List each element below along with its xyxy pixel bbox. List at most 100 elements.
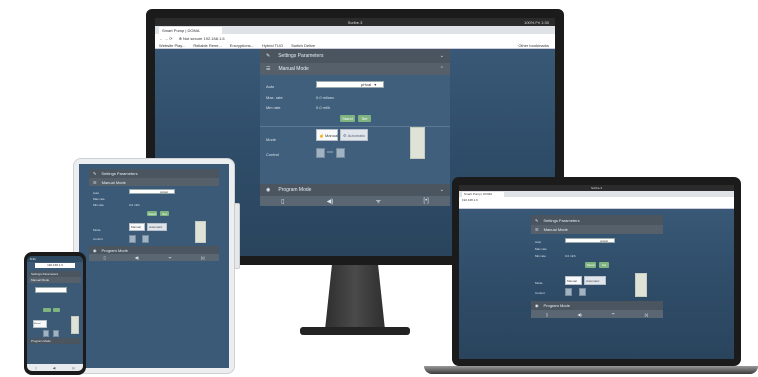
terminal-icon[interactable]: [•]	[201, 255, 205, 260]
max-rate-value: 0.0 ml/sec	[316, 95, 335, 100]
browser-tab-strip: Smart Pump | DOMA	[155, 26, 555, 34]
tank-indicator	[71, 316, 79, 334]
mode-manual-card[interactable]: Manual	[33, 320, 47, 328]
mode-manual-label: Manual	[34, 323, 41, 325]
status-time: 9:41	[30, 257, 36, 261]
volume-icon[interactable]: ◀)	[327, 198, 334, 205]
settings-header[interactable]: ✎ Settings Parameters	[531, 215, 663, 225]
control-up-button[interactable]	[336, 148, 345, 158]
min-rate-label: Min rate	[266, 105, 281, 110]
stand-button[interactable]: Stand	[340, 115, 355, 122]
nav-icons[interactable]: ← → ⟳	[159, 36, 173, 41]
mode-automatic-card[interactable]: Automatic	[147, 223, 167, 231]
control-down-button[interactable]	[43, 330, 49, 337]
manual-header[interactable]: ☰ Manual Mode ⌃	[260, 63, 450, 75]
manual-header[interactable]: ☰ Manual Mode	[531, 225, 663, 234]
set-button[interactable]	[53, 308, 60, 312]
mode-manual-label: Manual	[567, 278, 577, 283]
auto-label: Auto	[535, 240, 542, 244]
phone-icon[interactable]: ▯	[546, 312, 548, 317]
auto-select[interactable]: pHcal	[565, 238, 615, 243]
program-header[interactable]: ◉ Program Mode	[531, 301, 663, 310]
chevron-down-icon[interactable]: ⌄	[440, 53, 444, 59]
mode-automatic-label: Automatic	[586, 278, 600, 283]
program-header[interactable]: ◉ Program Mode ⌄	[260, 184, 450, 196]
settings-title: Settings Parameters	[31, 272, 59, 276]
control-down-button[interactable]	[565, 288, 572, 296]
settings-title: Settings Parameters	[543, 217, 580, 223]
bookmark-item[interactable]: Reliable Rene...	[193, 43, 221, 48]
stand-button[interactable]: Stand	[147, 211, 157, 216]
os-title: Scribe.3	[590, 186, 602, 190]
wrench-icon: ✎	[535, 217, 539, 223]
manual-header[interactable]: Manual Mode	[29, 277, 81, 283]
auto-select[interactable]: pHcal	[129, 189, 175, 194]
mode-manual-card[interactable]: Manual	[565, 276, 582, 285]
mode-automatic-label: Automatic	[347, 132, 366, 138]
phone-icon[interactable]: ▯	[35, 366, 37, 370]
mode-label: Mode	[535, 281, 543, 285]
phone-urlbar[interactable]: 192.168.1.6	[35, 263, 75, 268]
settings-title: Settings Parameters	[278, 53, 324, 59]
wrench-icon: ✎	[93, 171, 97, 176]
volume-icon[interactable]: ◀)	[53, 366, 56, 370]
mode-manual-label: Manual	[324, 132, 339, 138]
set-button[interactable]: Set	[358, 115, 371, 122]
bookmark-item[interactable]: Hybrid TUO	[262, 43, 283, 48]
program-header[interactable]: Program Mode	[29, 338, 81, 344]
settings-header[interactable]: ✎ Settings Parameters ⌄	[260, 49, 450, 63]
min-rate-value: 0.0 ml/h	[316, 105, 331, 110]
signal-icon[interactable]: ᯤ	[611, 311, 615, 317]
url-text: ⊕ Not secure 192.168.1.6	[178, 35, 225, 41]
manual-title: Manual Mode	[101, 179, 126, 185]
stand-label: Stand	[148, 211, 156, 216]
set-button[interactable]: Set	[160, 211, 169, 216]
bookmark-other[interactable]: Other bookmarks	[518, 43, 549, 48]
terminal-icon[interactable]: [•]	[423, 198, 428, 204]
signal-icon[interactable]: ᯤ	[376, 197, 381, 205]
control-down-button[interactable]	[129, 235, 136, 243]
set-button[interactable]: Set	[599, 262, 609, 268]
phone-icon[interactable]: ▯	[104, 255, 106, 260]
tank-indicator	[635, 273, 647, 297]
chevron-down-icon: ▾	[374, 82, 377, 87]
terminal-icon[interactable]: [•]	[645, 312, 649, 317]
bookmark-item[interactable]: Website Play...	[159, 43, 185, 48]
chevron-up-icon[interactable]: ⌃	[440, 66, 444, 72]
stand-button[interactable]: Stand	[585, 262, 596, 268]
mode-automatic-card[interactable]: ⚙ Automatic	[340, 129, 368, 141]
manual-title: Manual Mode	[278, 66, 309, 72]
set-label: Set	[601, 263, 607, 267]
auto-select[interactable]: pHcal ▾	[316, 81, 384, 88]
mode-manual-card[interactable]: Manual	[129, 223, 145, 231]
terminal-icon[interactable]: [•]	[72, 366, 75, 370]
mode-label: Mode	[93, 228, 101, 232]
bookmark-item[interactable]: Encryptions...	[230, 43, 254, 48]
laptop-base	[424, 366, 758, 374]
control-label: Control	[266, 152, 279, 157]
control-up-button[interactable]	[142, 235, 149, 243]
max-rate-label: Max rate	[93, 197, 105, 201]
url-bar[interactable]: ← → ⟳ ⊕ Not secure 192.168.1.6	[155, 34, 555, 42]
control-up-button[interactable]	[579, 288, 586, 296]
manual-header[interactable]: ☰ Manual Mode	[89, 178, 219, 186]
mode-automatic-card[interactable]: Automatic	[584, 276, 606, 285]
browser-tab[interactable]: Smart Pump | DOMA	[159, 27, 222, 34]
control-down-button[interactable]	[316, 148, 325, 158]
chevron-down-icon[interactable]: ⌄	[440, 187, 444, 193]
wrench-icon: ✎	[266, 53, 271, 59]
auto-label: Auto	[266, 84, 275, 89]
phone-icon[interactable]: ▯	[281, 198, 284, 205]
mode-manual-card[interactable]: ☝ Manual	[316, 129, 338, 141]
volume-icon[interactable]: ◀)	[577, 312, 581, 317]
program-header[interactable]: ◉ Program Mode	[89, 246, 219, 254]
bookmark-item[interactable]: Switch Delive	[291, 43, 315, 48]
bottom-nav: ▯ ◀) ᯤ [•]	[531, 310, 663, 318]
auto-select[interactable]	[35, 287, 67, 293]
stand-button[interactable]	[43, 308, 51, 312]
settings-header[interactable]: ✎ Settings Parameters	[89, 169, 219, 178]
volume-icon[interactable]: ◀)	[135, 255, 139, 260]
manual-title: Manual Mode	[543, 227, 568, 232]
signal-icon[interactable]: ᯤ	[168, 255, 172, 261]
control-up-button[interactable]	[53, 330, 59, 337]
